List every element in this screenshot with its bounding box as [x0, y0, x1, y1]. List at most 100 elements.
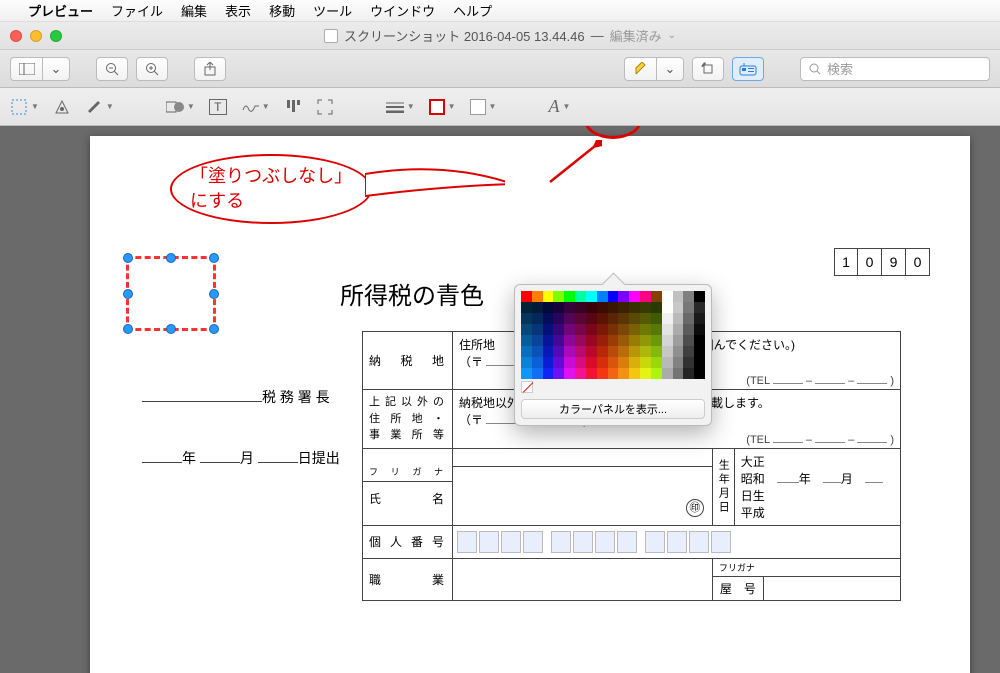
color-swatch[interactable] — [640, 313, 651, 324]
color-swatch[interactable] — [629, 368, 640, 379]
color-swatch[interactable] — [564, 357, 575, 368]
color-grid[interactable] — [521, 291, 705, 379]
color-swatch[interactable] — [640, 291, 651, 302]
color-swatch[interactable] — [673, 313, 684, 324]
color-swatch[interactable] — [629, 335, 640, 346]
color-swatch[interactable] — [575, 357, 586, 368]
resize-handle-nw[interactable] — [123, 253, 133, 263]
color-swatch[interactable] — [683, 368, 694, 379]
color-swatch[interactable] — [575, 313, 586, 324]
color-swatch[interactable] — [597, 368, 608, 379]
menu-help[interactable]: ヘルプ — [453, 1, 492, 20]
color-swatch[interactable] — [532, 324, 543, 335]
line-weight-tool[interactable]: ▼ — [386, 98, 415, 116]
color-swatch[interactable] — [673, 357, 684, 368]
color-swatch[interactable] — [618, 313, 629, 324]
color-swatch[interactable] — [651, 335, 662, 346]
share-button[interactable] — [194, 57, 226, 81]
color-swatch[interactable] — [543, 302, 554, 313]
color-swatch[interactable] — [586, 346, 597, 357]
color-swatch[interactable] — [608, 335, 619, 346]
color-swatch[interactable] — [532, 291, 543, 302]
resize-handle-s[interactable] — [166, 324, 176, 334]
no-fill-swatch[interactable] — [521, 381, 533, 393]
color-swatch[interactable] — [521, 368, 532, 379]
color-swatch[interactable] — [597, 302, 608, 313]
color-swatch[interactable] — [694, 324, 705, 335]
color-swatch[interactable] — [608, 346, 619, 357]
color-swatch[interactable] — [543, 291, 554, 302]
color-swatch[interactable] — [694, 346, 705, 357]
color-swatch[interactable] — [618, 357, 629, 368]
color-swatch[interactable] — [608, 368, 619, 379]
color-swatch[interactable] — [662, 313, 673, 324]
color-swatch[interactable] — [629, 291, 640, 302]
color-swatch[interactable] — [553, 368, 564, 379]
color-swatch[interactable] — [694, 335, 705, 346]
color-swatch[interactable] — [597, 346, 608, 357]
color-swatch[interactable] — [553, 335, 564, 346]
resize-handle-se[interactable] — [209, 324, 219, 334]
color-swatch[interactable] — [694, 313, 705, 324]
color-swatch[interactable] — [532, 368, 543, 379]
color-swatch[interactable] — [683, 335, 694, 346]
color-swatch[interactable] — [586, 368, 597, 379]
color-swatch[interactable] — [640, 346, 651, 357]
resize-handle-w[interactable] — [123, 289, 133, 299]
color-swatch[interactable] — [651, 346, 662, 357]
highlight-button[interactable] — [624, 57, 656, 81]
sign-tool[interactable]: ▼ — [241, 98, 270, 116]
sketch-tool[interactable]: ▼ — [85, 98, 114, 116]
color-swatch[interactable] — [532, 302, 543, 313]
color-swatch[interactable] — [662, 357, 673, 368]
color-swatch[interactable] — [608, 357, 619, 368]
color-swatch[interactable] — [597, 291, 608, 302]
color-swatch[interactable] — [694, 302, 705, 313]
search-field[interactable]: 検索 — [800, 57, 990, 81]
zoom-out-button[interactable] — [96, 57, 128, 81]
color-swatch[interactable] — [673, 291, 684, 302]
color-swatch[interactable] — [618, 368, 629, 379]
color-swatch[interactable] — [673, 324, 684, 335]
color-swatch[interactable] — [521, 302, 532, 313]
color-swatch[interactable] — [651, 324, 662, 335]
color-swatch[interactable] — [694, 357, 705, 368]
zoom-button[interactable] — [50, 30, 62, 42]
color-swatch[interactable] — [532, 346, 543, 357]
resize-handle-sw[interactable] — [123, 324, 133, 334]
color-swatch[interactable] — [662, 291, 673, 302]
color-swatch[interactable] — [608, 291, 619, 302]
color-swatch[interactable] — [575, 368, 586, 379]
color-swatch[interactable] — [586, 324, 597, 335]
color-swatch[interactable] — [553, 302, 564, 313]
color-swatch[interactable] — [543, 357, 554, 368]
menu-window[interactable]: ウインドウ — [370, 1, 435, 20]
color-swatch[interactable] — [683, 324, 694, 335]
color-swatch[interactable] — [575, 335, 586, 346]
color-swatch[interactable] — [532, 357, 543, 368]
instant-alpha-tool[interactable] — [53, 98, 71, 116]
color-swatch[interactable] — [683, 302, 694, 313]
color-swatch[interactable] — [629, 324, 640, 335]
close-button[interactable] — [10, 30, 22, 42]
color-swatch[interactable] — [521, 291, 532, 302]
rotate-button[interactable] — [692, 57, 724, 81]
color-swatch[interactable] — [532, 335, 543, 346]
resize-handle-e[interactable] — [209, 289, 219, 299]
stroke-color-tool[interactable]: ▼ — [429, 99, 456, 115]
color-swatch[interactable] — [618, 291, 629, 302]
color-swatch[interactable] — [564, 291, 575, 302]
color-swatch[interactable] — [564, 302, 575, 313]
color-swatch[interactable] — [608, 313, 619, 324]
color-swatch[interactable] — [521, 357, 532, 368]
color-swatch[interactable] — [553, 346, 564, 357]
color-swatch[interactable] — [564, 313, 575, 324]
color-swatch[interactable] — [629, 302, 640, 313]
color-swatch[interactable] — [586, 302, 597, 313]
menu-view[interactable]: 表示 — [225, 1, 251, 20]
color-swatch[interactable] — [694, 368, 705, 379]
color-swatch[interactable] — [543, 346, 554, 357]
highlight-menu[interactable]: ⌄ — [656, 57, 684, 81]
color-swatch[interactable] — [694, 291, 705, 302]
shapes-tool[interactable]: ▼ — [166, 98, 195, 116]
